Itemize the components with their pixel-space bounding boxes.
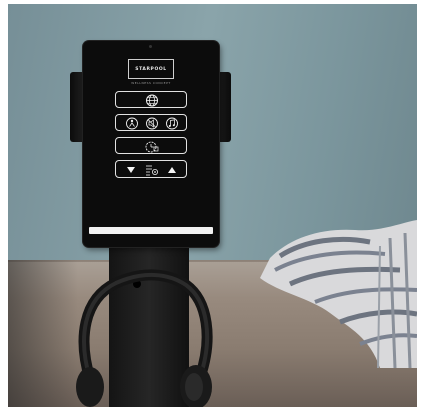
triangle-up-icon[interactable] [168, 167, 176, 173]
triangle-down-icon[interactable] [127, 167, 135, 173]
tablet: STARPOOL WELLNESS CONCEPT [83, 41, 219, 247]
language-button[interactable] [115, 91, 187, 108]
timer-icon [145, 141, 159, 153]
media-controls-row [115, 114, 187, 131]
striped-towel [260, 220, 417, 368]
navigation-row [115, 160, 187, 178]
camera [149, 45, 152, 48]
bottom-bar [89, 227, 213, 234]
settings-list-icon[interactable] [146, 165, 159, 176]
brand-tagline: WELLNESS CONCEPT [131, 81, 171, 85]
music-note-icon[interactable] [166, 117, 178, 130]
headphones [76, 269, 213, 407]
photo: STARPOOL WELLNESS CONCEPT [8, 4, 417, 407]
person-icon[interactable] [126, 117, 138, 130]
brand-logo: STARPOOL [128, 59, 174, 79]
globe-icon [146, 94, 158, 107]
no-sound-icon[interactable] [146, 117, 158, 130]
brand-name: STARPOOL [135, 66, 167, 72]
timer-button[interactable] [115, 137, 187, 154]
